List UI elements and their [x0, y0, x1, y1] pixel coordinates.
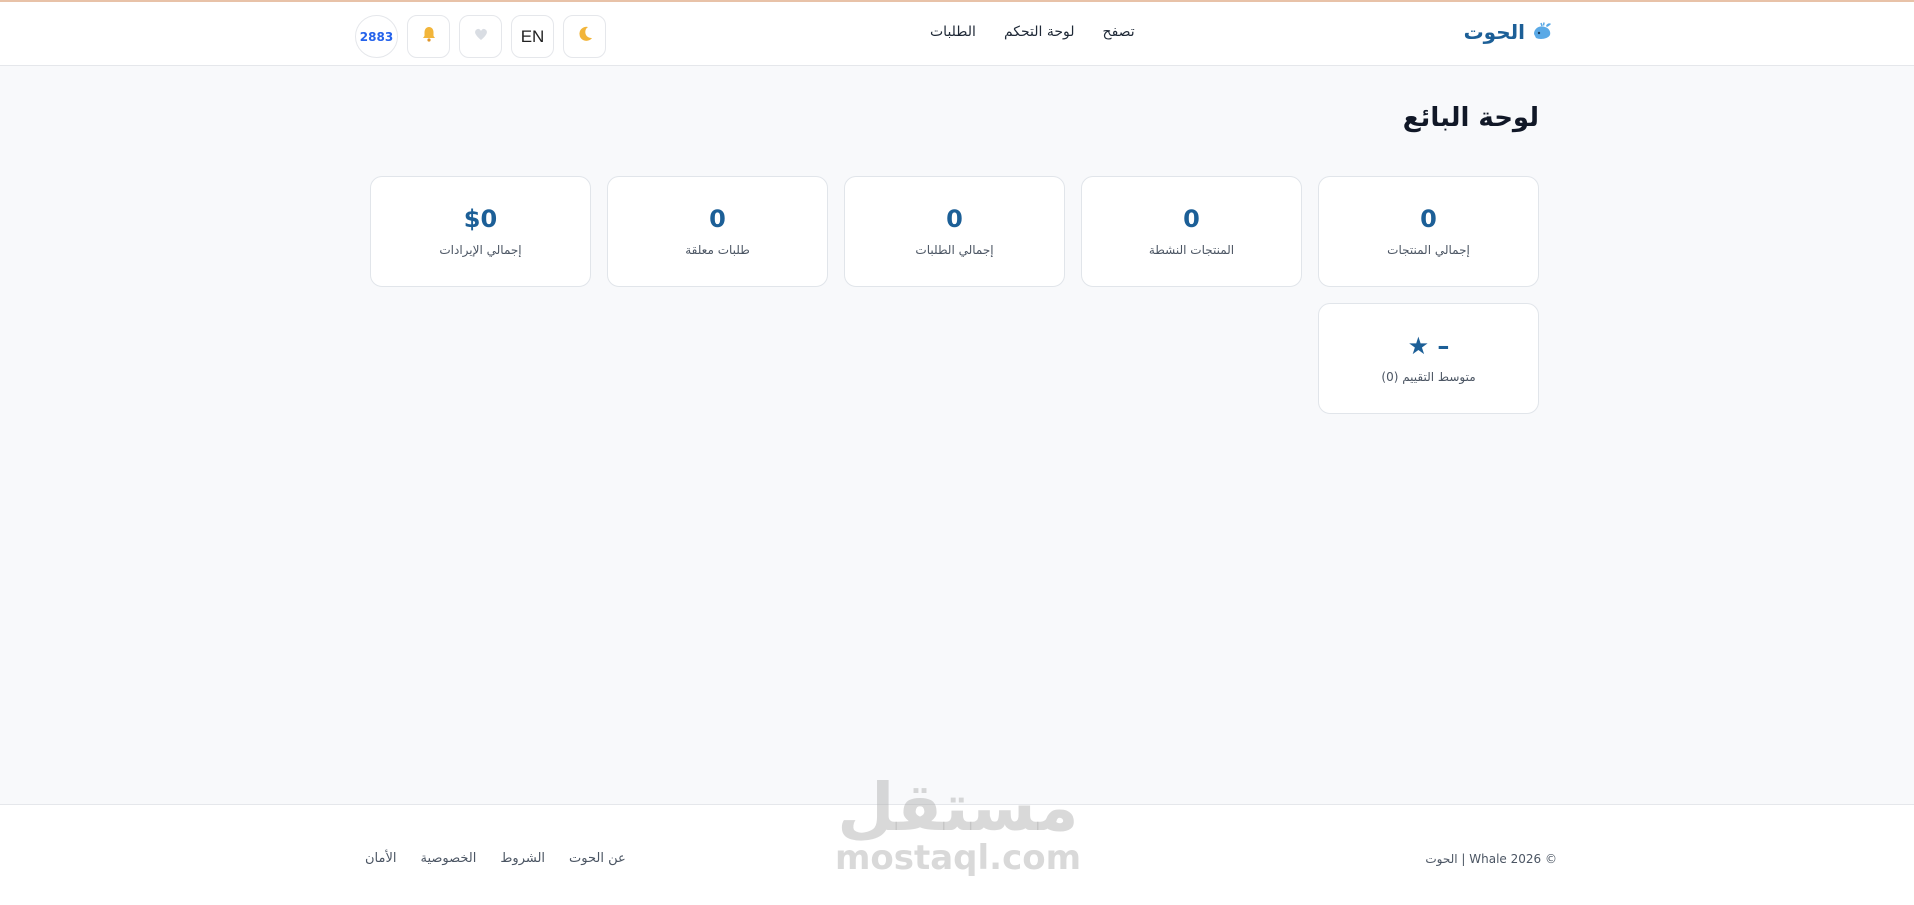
brand-name: الحوت	[1463, 20, 1525, 44]
whale-icon	[1531, 21, 1553, 43]
stat-label: المنتجات النشطة	[1148, 242, 1235, 257]
nav-dashboard[interactable]: لوحة التحكم	[1004, 24, 1075, 40]
language-button[interactable]: EN	[511, 15, 554, 58]
footer-link-terms[interactable]: الشروط	[500, 851, 545, 866]
stat-label: طلبات معلقة	[685, 242, 750, 257]
moon-icon	[576, 25, 594, 48]
avatar-text: 2883	[359, 29, 394, 44]
stat-value: 0	[1183, 204, 1200, 233]
footer-link-about[interactable]: عن الحوت	[569, 851, 626, 866]
stat-value: 0	[1420, 204, 1437, 233]
footer-link-privacy[interactable]: الخصوصية	[421, 851, 477, 866]
page-title: لوحة البائع	[1402, 103, 1539, 133]
footer-links: عن الحوت الشروط الخصوصية الأمان	[365, 851, 626, 866]
copyright-text: © 2026 Whale | الحوت	[1425, 852, 1557, 866]
stat-card-total-revenue: $0 إجمالي الإيرادات	[370, 176, 591, 287]
main-nav: تصفح لوحة التحكم الطلبات	[930, 24, 1135, 40]
stats-grid: 0 إجمالي المنتجات 0 المنتجات النشطة 0 إج…	[370, 176, 1539, 414]
site-footer: © 2026 Whale | الحوت عن الحوت الشروط الخ…	[0, 804, 1914, 905]
user-avatar[interactable]: 2883	[355, 15, 398, 58]
heart-icon	[472, 25, 490, 48]
stat-label: إجمالي الإيرادات	[439, 242, 522, 257]
stat-card-total-orders: 0 إجمالي الطلبات	[844, 176, 1065, 287]
stat-card-pending-orders: 0 طلبات معلقة	[607, 176, 828, 287]
stat-value: 0	[946, 204, 963, 233]
stat-label: متوسط التقييم (0)	[1381, 369, 1476, 384]
stat-value: $0	[463, 204, 498, 233]
stat-value: 0	[709, 204, 726, 233]
header-tools: EN 2883	[355, 15, 606, 58]
stat-value: – ★	[1407, 331, 1450, 360]
stat-label: إجمالي الطلبات	[915, 242, 994, 257]
top-header: الحوت تصفح لوحة التحكم الطلبات EN 2883	[0, 2, 1914, 66]
brand-logo[interactable]: الحوت	[1464, 20, 1553, 44]
notifications-button[interactable]	[407, 15, 450, 58]
theme-toggle-button[interactable]	[563, 15, 606, 58]
stat-label: إجمالي المنتجات	[1387, 242, 1470, 257]
favorites-button[interactable]	[459, 15, 502, 58]
stat-card-average-rating: – ★ متوسط التقييم (0)	[1318, 303, 1539, 414]
nav-browse[interactable]: تصفح	[1103, 24, 1135, 40]
footer-link-security[interactable]: الأمان	[365, 851, 397, 866]
stat-card-total-products: 0 إجمالي المنتجات	[1318, 176, 1539, 287]
stat-card-active-products: 0 المنتجات النشطة	[1081, 176, 1302, 287]
nav-orders[interactable]: الطلبات	[930, 24, 976, 40]
bell-icon	[420, 25, 438, 48]
